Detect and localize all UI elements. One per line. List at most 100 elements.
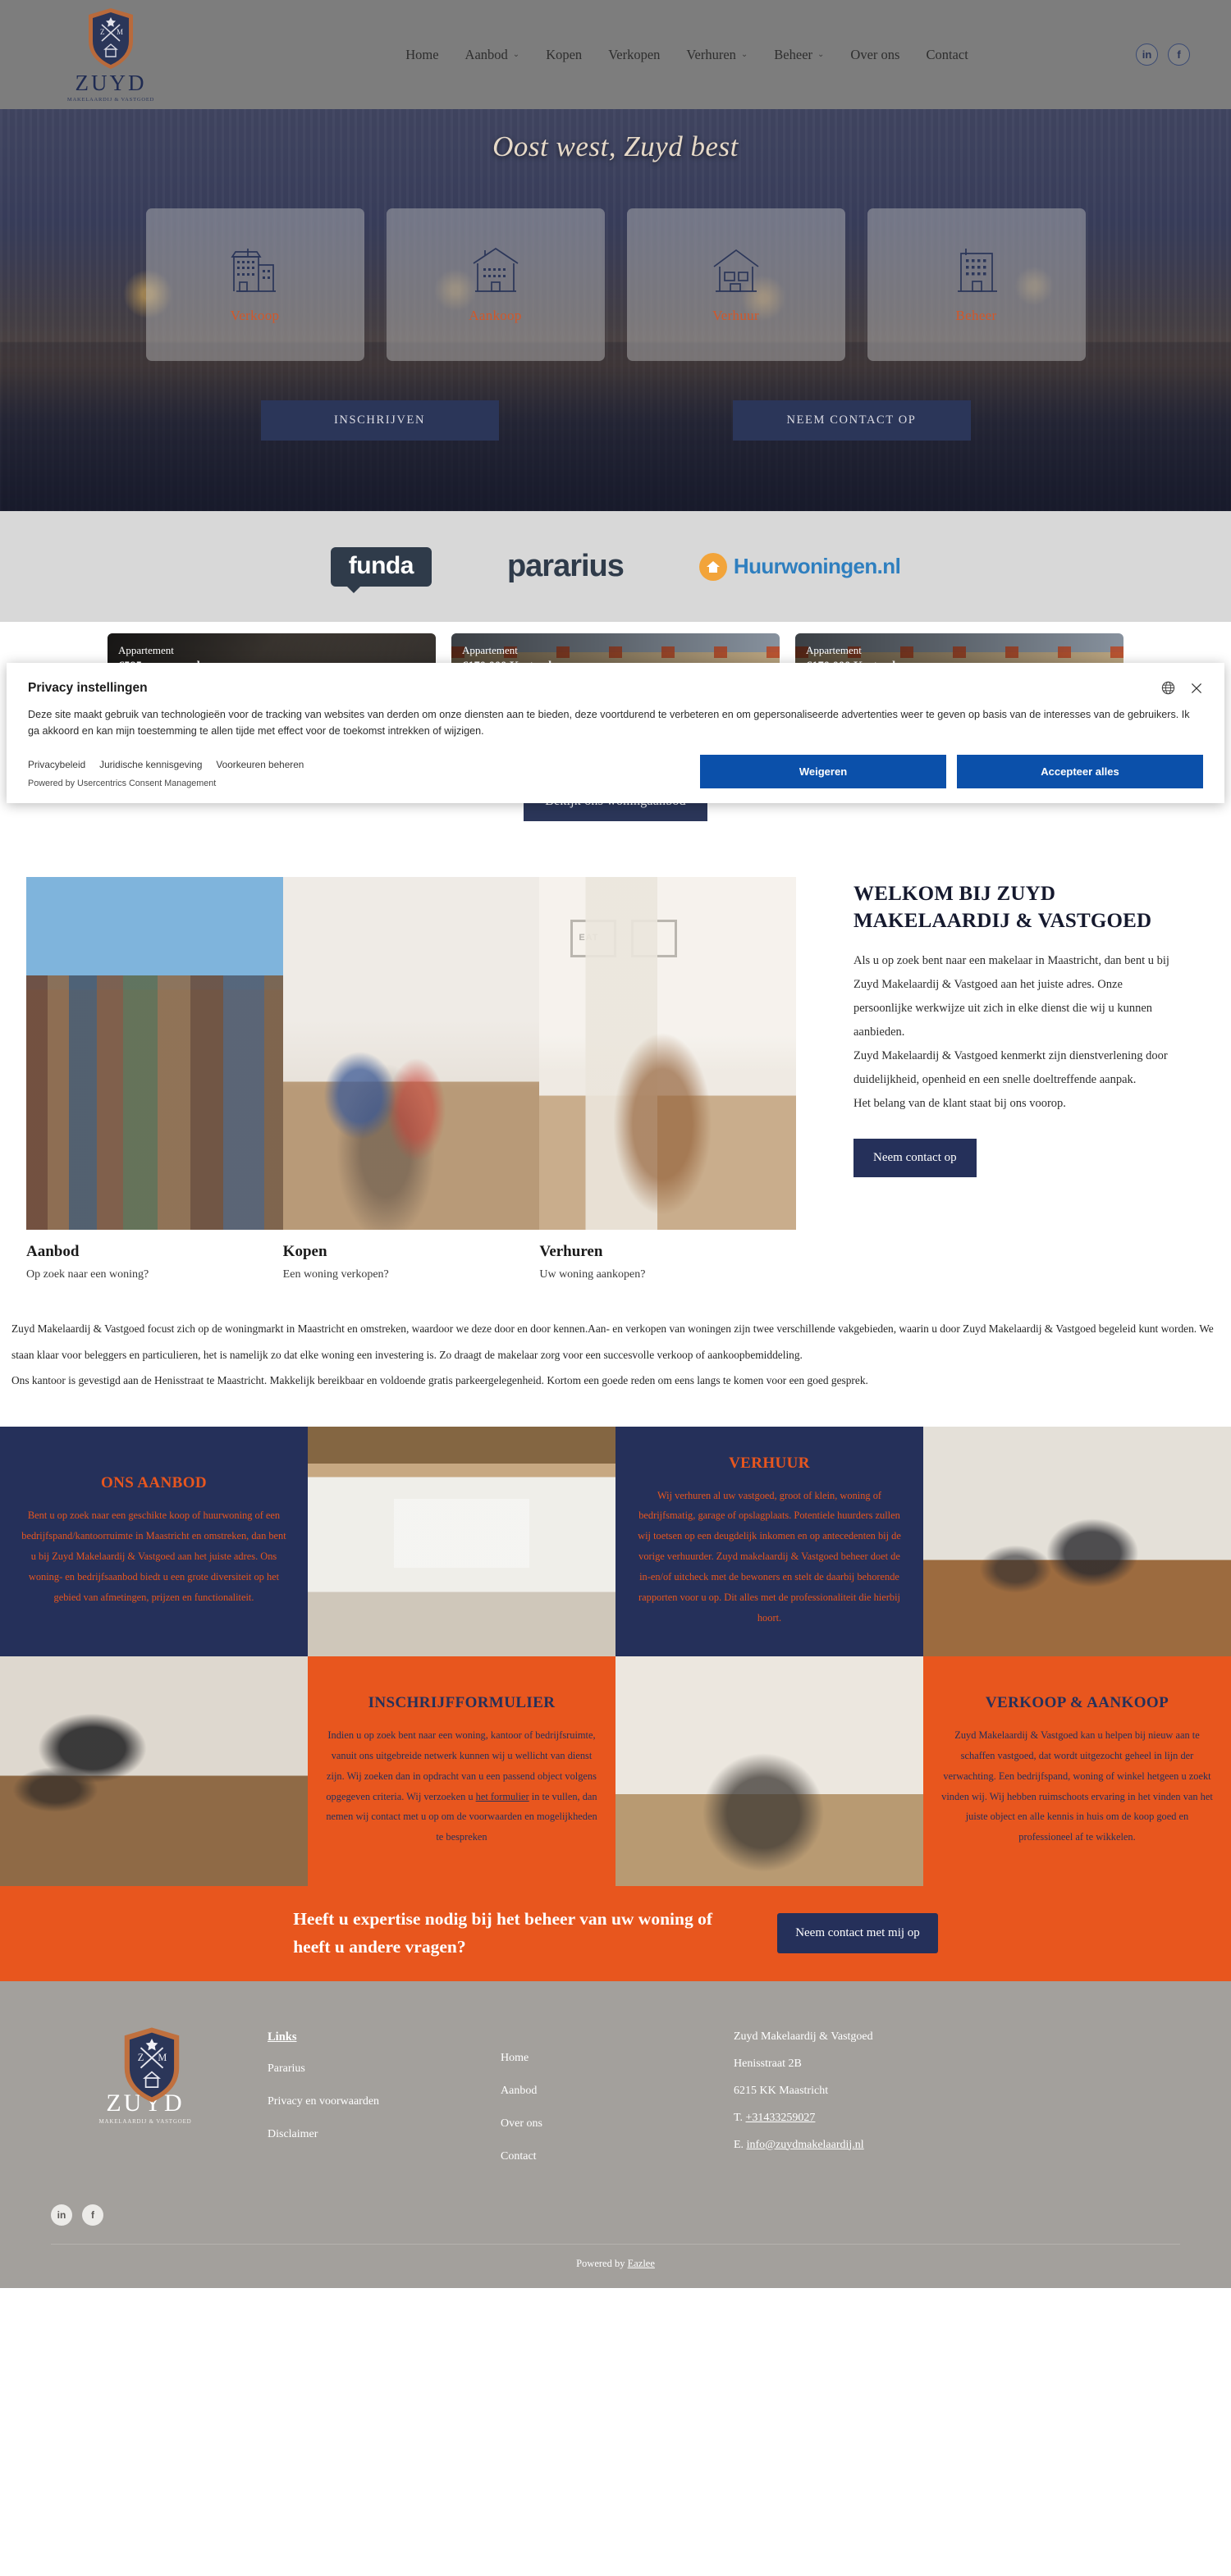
welcome-paragraph: Het belang van de klant staat bij ons vo… (853, 1097, 1066, 1110)
cta-band-button[interactable]: Neem contact met mij op (777, 1913, 938, 1953)
footer-email-label: E. (734, 2138, 744, 2151)
svg-text:Z: Z (100, 28, 105, 36)
service-card-verkoop[interactable]: Verkoop (145, 208, 364, 361)
feature-title: VERKOOP & AANKOOP (985, 1694, 1169, 1712)
feature-grid: ONS AANBOD Bent u op zoek naar een geschi… (0, 1426, 1231, 1886)
nav-item-label: Verhuren (686, 46, 736, 62)
wall-frame-icon (631, 920, 678, 957)
nav-item-verkopen[interactable]: Verkopen (608, 47, 660, 63)
footer-menu-column: Home Aanbod Over ons Contact (501, 2026, 706, 2183)
page-root: Z M ZUYD MAKELAARDIJ & VASTGOED Home Aanb… (0, 0, 1231, 2288)
consent-link-privacybeleid[interactable]: Privacybeleid (28, 759, 85, 770)
chevron-down-icon: ⌄ (817, 50, 825, 59)
footer-street: Henisstraat 2B (734, 2057, 802, 2070)
huurwoningen-logo[interactable]: Huurwoningen.nl (698, 552, 901, 581)
caption-title: Verhuren (539, 1243, 603, 1260)
feature-title: INSCHRIJFFORMULIER (368, 1694, 556, 1712)
main-navigation: Home Aanbod ⌄ Kopen Verkopen Verhuren ⌄ Beheer ⌄… (238, 47, 1136, 63)
footer-menu-contact[interactable]: Contact (501, 2150, 706, 2163)
feature-body: Indien u op zoek bent naar een woning, k… (326, 1729, 597, 1843)
logo-wordmark: ZUYD (75, 71, 147, 95)
service-card-label: Beheer (955, 308, 997, 323)
globe-icon[interactable] (1161, 681, 1175, 695)
feature-body: Zuyd Makelaardij & Vastgoed kan u helpen… (941, 1729, 1213, 1843)
footer-menu-home[interactable]: Home (501, 2052, 706, 2065)
nav-item-over-ons[interactable]: Over ons (850, 47, 899, 63)
formulier-link[interactable]: het formulier (476, 1791, 529, 1802)
welcome-caption: Aanbod Op zoek naar een woning? (26, 1243, 283, 1281)
nav-item-kopen[interactable]: Kopen (546, 47, 582, 63)
office-photo (923, 1426, 1231, 1656)
footer-phone-label: T. (734, 2111, 744, 2124)
funda-logo[interactable]: funda (330, 546, 432, 593)
close-icon[interactable] (1190, 682, 1203, 695)
hero-title: Oost west, Zuyd best (492, 130, 739, 162)
site-header: Z M ZUYD MAKELAARDIJ & VASTGOED Home Aanb… (0, 0, 1231, 109)
nav-item-verhuren[interactable]: Verhuren ⌄ (686, 47, 748, 63)
cta-band-text: Heeft u expertise nodig bij het beheer v… (293, 1909, 713, 1957)
footer-email-row: E. info@zuydmakelaardij.nl (734, 2139, 1180, 2152)
feature-body: Bent u op zoek naar een geschikte koop o… (21, 1510, 286, 1603)
footer-credit: Powered by Eazlee (0, 2245, 1231, 2288)
consent-title: Privacy instellingen (28, 681, 148, 695)
footer-links-heading: Links (268, 2030, 297, 2044)
feature-title: VERHUUR (729, 1454, 810, 1472)
footer-contact-column: Zuyd Makelaardij & Vastgoed Henisstraat … (734, 2026, 1180, 2183)
huurwoningen-label: Huurwoningen.nl (733, 554, 901, 578)
welcome-contact-button[interactable]: Neem contact op (853, 1139, 977, 1177)
footer-link-disclaimer[interactable]: Disclaimer (268, 2128, 473, 2141)
listing-type: Appartement (118, 644, 174, 656)
service-card-verhuur[interactable]: Verhuur (626, 208, 845, 361)
footer-links-column: Links Pararius Privacy en voorwaarden Disc… (268, 2026, 473, 2183)
welcome-section: EAT WELKOM BIJ ZUYD MAKELAARDIJ & VASTGO… (0, 841, 1231, 1230)
welcome-heading: WELKOM BIJ ZUYD MAKELAARDIJ & VASTGOED (853, 883, 1152, 932)
consent-body-text: Deze site maakt gebruik van technologieë… (28, 709, 1190, 738)
apartment-icon (951, 245, 1002, 293)
site-logo[interactable]: Z M ZUYD MAKELAARDIJ & VASTGOED (41, 7, 181, 103)
neem-contact-op-button[interactable]: NEEM CONTACT OP (732, 400, 971, 441)
consent-deny-button[interactable]: Weigeren (700, 754, 946, 788)
nav-item-home[interactable]: Home (405, 47, 438, 63)
kitchen-photo (308, 1426, 616, 1656)
consent-link-juridische-kennisgeving[interactable]: Juridische kennisgeving (99, 759, 202, 770)
inschrijven-button[interactable]: INSCHRIJVEN (260, 400, 499, 441)
logo-tagline: MAKELAARDIJ & VASTGOED (66, 97, 155, 103)
family-photo (282, 877, 540, 1230)
service-card-beheer[interactable]: Beheer (867, 208, 1086, 361)
facebook-icon[interactable]: f (82, 2204, 103, 2226)
caption-title: Aanbod (26, 1243, 80, 1260)
nav-item-label: Beheer (774, 46, 813, 62)
footer-link-pararius[interactable]: Pararius (268, 2062, 473, 2076)
welcome-caption: Kopen Een woning verkopen? (283, 1243, 540, 1281)
svg-text:M: M (158, 2052, 167, 2063)
nav-item-contact[interactable]: Contact (926, 47, 968, 63)
powered-by-text: Powered by (576, 2257, 628, 2269)
linkedin-icon[interactable]: in (51, 2204, 72, 2226)
crest-icon: Z M (120, 2026, 180, 2103)
service-card-aankoop[interactable]: Aankoop (386, 208, 605, 361)
linkedin-icon[interactable]: in (1136, 43, 1158, 66)
nav-item-beheer[interactable]: Beheer ⌄ (774, 47, 824, 63)
footer-menu-over-ons[interactable]: Over ons (501, 2117, 706, 2131)
footer-logo[interactable]: Z M ZUYD MAKELAARDIJ & VASTGOED (51, 2026, 240, 2183)
feature-block-verhuur: VERHUUR Wij verhuren al uw vastgoed, groo… (616, 1426, 923, 1656)
feature-block-inschrijfformulier: INSCHRIJFFORMULIER Indien u op zoek bent … (308, 1656, 616, 1886)
consent-accept-all-button[interactable]: Accepteer alles (957, 754, 1203, 788)
svg-text:M: M (117, 28, 123, 36)
nav-item-aanbod[interactable]: Aanbod ⌄ (465, 47, 520, 63)
eazlee-link[interactable]: Eazlee (628, 2258, 655, 2269)
pararius-logo[interactable]: pararius (507, 549, 625, 584)
footer-link-privacy-en-voorwaarden[interactable]: Privacy en voorwaarden (268, 2095, 473, 2108)
footer-phone-link[interactable]: +31433259027 (746, 2112, 816, 2124)
service-card-label: Aankoop (469, 308, 522, 323)
footer-menu-aanbod[interactable]: Aanbod (501, 2085, 706, 2098)
feature-body: Wij verhuren al uw vastgoed, groot of kl… (638, 1489, 901, 1624)
nav-item-label: Kopen (546, 46, 583, 62)
consent-link-voorkeuren-beheren[interactable]: Voorkeuren beheren (216, 759, 304, 770)
listing-type: Appartement (806, 644, 862, 656)
eat-sign: EAT (579, 933, 599, 943)
facebook-icon[interactable]: f (1168, 43, 1190, 66)
nav-item-label: Verkopen (608, 46, 661, 62)
footer-email-link[interactable]: info@zuydmakelaardij.nl (747, 2139, 864, 2151)
building-icon (230, 245, 281, 293)
